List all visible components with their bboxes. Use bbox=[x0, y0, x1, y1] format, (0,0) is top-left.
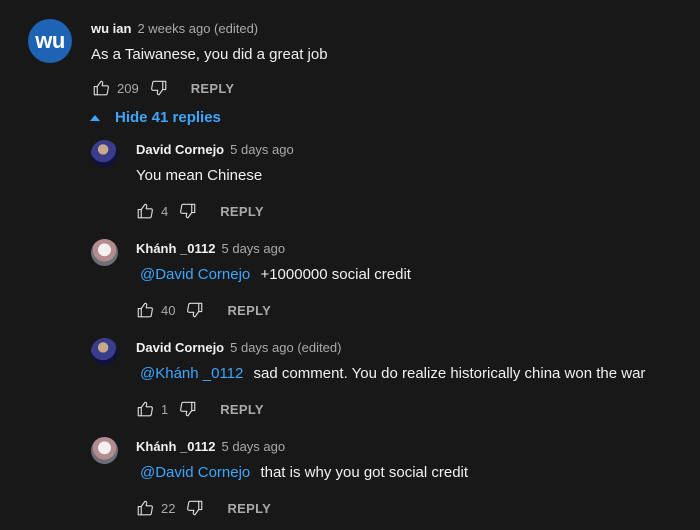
avatar-initials: wu bbox=[35, 28, 65, 53]
thumb-down-icon bbox=[187, 302, 203, 318]
reply-timestamp[interactable]: 5 days ago (edited) bbox=[230, 340, 341, 355]
hide-replies-label: Hide 41 replies bbox=[115, 109, 221, 126]
mention-link[interactable]: @Khánh _0112 bbox=[140, 365, 243, 382]
like-count: 209 bbox=[117, 80, 139, 96]
reply-header: Khánh _0112 5 days ago bbox=[136, 439, 285, 454]
reply-actions: 22 REPLY bbox=[135, 498, 271, 518]
avatar[interactable] bbox=[91, 338, 118, 365]
reply-timestamp[interactable]: 5 days ago bbox=[230, 142, 294, 157]
reply-text: You mean Chinese bbox=[136, 167, 262, 184]
reply-text: @David Cornejo +1000000 social credit bbox=[140, 266, 411, 283]
reply-button[interactable]: REPLY bbox=[227, 501, 271, 516]
comment-author[interactable]: wu ian bbox=[91, 21, 131, 36]
avatar[interactable] bbox=[91, 437, 118, 464]
like-button[interactable] bbox=[135, 300, 155, 320]
thumb-down-icon bbox=[187, 500, 203, 516]
reply-text: @David Cornejo that is why you got socia… bbox=[140, 464, 468, 481]
reply-button[interactable]: REPLY bbox=[191, 81, 235, 96]
like-button[interactable] bbox=[135, 399, 155, 419]
thumb-down-icon bbox=[180, 401, 196, 417]
reply-actions: 4 REPLY bbox=[135, 201, 264, 221]
comment-text: As a Taiwanese, you did a great job bbox=[91, 46, 328, 63]
dislike-button[interactable] bbox=[185, 498, 205, 518]
avatar[interactable] bbox=[91, 239, 118, 266]
like-button[interactable] bbox=[135, 201, 155, 221]
thumb-up-icon bbox=[137, 500, 153, 516]
reply-author[interactable]: Khánh _0112 bbox=[136, 439, 216, 454]
mention-link[interactable]: @David Cornejo bbox=[140, 266, 250, 283]
like-button[interactable] bbox=[135, 498, 155, 518]
reply-actions: 1 REPLY bbox=[135, 399, 264, 419]
mention-link[interactable]: @David Cornejo bbox=[140, 464, 250, 481]
reply-body: +1000000 social credit bbox=[260, 266, 411, 283]
thumb-down-icon bbox=[150, 80, 167, 96]
thumb-up-icon bbox=[137, 302, 153, 318]
thumb-up-icon bbox=[137, 203, 153, 219]
like-count: 22 bbox=[161, 500, 176, 516]
caret-up-icon bbox=[90, 114, 100, 121]
like-count: 1 bbox=[161, 401, 169, 417]
like-count: 4 bbox=[161, 203, 169, 219]
reply-body: that is why you got social credit bbox=[260, 464, 469, 481]
dislike-button[interactable] bbox=[178, 399, 198, 419]
reply-text: @Khánh _0112 sad comment. You do realize… bbox=[140, 365, 645, 382]
reply-author[interactable]: David Cornejo bbox=[136, 340, 224, 355]
reply-body: sad comment. You do realize historically… bbox=[253, 365, 646, 382]
dislike-button[interactable] bbox=[149, 78, 169, 98]
reply-header: David Cornejo 5 days ago (edited) bbox=[136, 340, 341, 355]
dislike-button[interactable] bbox=[185, 300, 205, 320]
reply-button[interactable]: REPLY bbox=[220, 204, 264, 219]
comment-header: wu ian 2 weeks ago (edited) bbox=[91, 21, 258, 36]
comment-actions: 209 REPLY bbox=[91, 78, 234, 98]
like-button[interactable] bbox=[91, 78, 111, 98]
reply-timestamp[interactable]: 5 days ago bbox=[222, 241, 286, 256]
hide-replies-button[interactable]: Hide 41 replies bbox=[90, 109, 221, 126]
reply-button[interactable]: REPLY bbox=[227, 303, 271, 318]
reply-header: Khánh _0112 5 days ago bbox=[136, 241, 285, 256]
reply-actions: 40 REPLY bbox=[135, 300, 271, 320]
dislike-button[interactable] bbox=[178, 201, 198, 221]
reply-button[interactable]: REPLY bbox=[220, 402, 264, 417]
reply-body: You mean Chinese bbox=[136, 167, 263, 184]
reply-timestamp[interactable]: 5 days ago bbox=[222, 439, 286, 454]
thumb-up-icon bbox=[93, 80, 109, 96]
avatar[interactable] bbox=[91, 140, 118, 167]
reply-author[interactable]: David Cornejo bbox=[136, 142, 224, 157]
like-count: 40 bbox=[161, 302, 176, 318]
reply-header: David Cornejo 5 days ago bbox=[136, 142, 294, 157]
avatar[interactable]: wu bbox=[28, 19, 72, 63]
thumb-down-icon bbox=[180, 203, 196, 219]
comment-timestamp[interactable]: 2 weeks ago (edited) bbox=[137, 21, 258, 36]
thumb-up-icon bbox=[137, 401, 153, 417]
reply-author[interactable]: Khánh _0112 bbox=[136, 241, 216, 256]
